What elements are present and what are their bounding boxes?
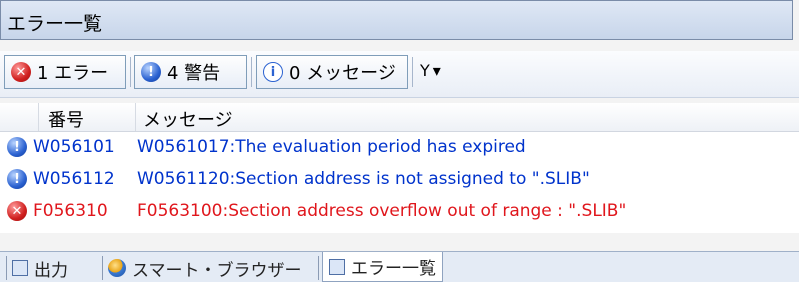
row-message: F0563100:Section address overflow out of…	[137, 201, 627, 221]
panel-title: エラー一覧	[7, 13, 103, 35]
tab-error-list-label: エラー一覧	[351, 259, 436, 279]
tab-separator	[102, 256, 103, 280]
tab-smart-browser[interactable]: スマート・ブラウザー	[108, 254, 302, 282]
errors-filter-label: 1 エラー	[37, 63, 109, 84]
column-divider[interactable]	[135, 103, 136, 131]
row-code: W056112	[33, 169, 115, 189]
panel-title-bar[interactable]: エラー一覧	[0, 0, 793, 40]
warning-icon: !	[141, 62, 161, 82]
table-header: 番号 メッセージ	[0, 103, 799, 132]
row-message: W0561120:Section address is not assigned…	[137, 169, 590, 189]
filter-dropdown-button[interactable]: Y ▾	[420, 61, 441, 80]
tab-separator	[6, 256, 7, 280]
row-message: W0561017:The evaluation period has expir…	[137, 137, 526, 157]
table-row[interactable]: ✕ F056310 F0563100:Section address overf…	[0, 198, 799, 225]
errors-filter-button[interactable]: ✕ 1 エラー	[4, 55, 126, 89]
message-column-header[interactable]: メッセージ	[143, 106, 233, 132]
number-column-header[interactable]: 番号	[48, 106, 84, 132]
filter-icon: Y	[420, 61, 430, 80]
table-row[interactable]: ! W056112 W0561120:Section address is no…	[0, 166, 799, 193]
tab-separator	[318, 256, 319, 280]
table-row[interactable]: ! W056101 W0561017:The evaluation period…	[0, 134, 799, 161]
toolbar-separator	[412, 57, 413, 87]
info-icon: i	[263, 62, 283, 82]
bottom-tab-strip: 出力 スマート・ブラウザー エラー一覧	[0, 251, 799, 282]
toolbar-separator	[251, 57, 252, 87]
error-list-table: 番号 メッセージ ! W056101 W0561017:The evaluati…	[0, 103, 799, 233]
tab-error-list[interactable]: エラー一覧	[322, 252, 443, 282]
icon-column-header[interactable]	[0, 103, 39, 131]
chevron-down-icon: ▾	[432, 61, 441, 80]
error-list-toolbar: ✕ 1 エラー ! 4 警告 i 0 メッセージ Y ▾	[0, 51, 799, 98]
warnings-filter-label: 4 警告	[167, 63, 221, 84]
warning-icon: !	[7, 169, 27, 189]
output-icon	[12, 260, 28, 276]
error-icon: ✕	[11, 62, 31, 82]
messages-filter-label: 0 メッセージ	[289, 63, 396, 84]
toolbar-separator	[130, 57, 131, 87]
tab-output[interactable]: 出力	[12, 254, 68, 282]
error-list-panel: エラー一覧 ✕ 1 エラー ! 4 警告 i 0 メッセージ Y ▾ 番号 メッ…	[0, 0, 799, 282]
error-icon: ✕	[7, 201, 27, 221]
warnings-filter-button[interactable]: ! 4 警告	[134, 55, 247, 89]
row-code: W056101	[33, 137, 115, 157]
smart-browser-icon	[108, 259, 126, 277]
tab-output-label: 出力	[34, 260, 68, 281]
error-list-icon	[329, 258, 345, 275]
tab-smart-browser-label: スマート・ブラウザー	[132, 260, 302, 281]
warning-icon: !	[7, 137, 27, 157]
messages-filter-button[interactable]: i 0 メッセージ	[256, 55, 408, 89]
row-code: F056310	[33, 201, 108, 221]
